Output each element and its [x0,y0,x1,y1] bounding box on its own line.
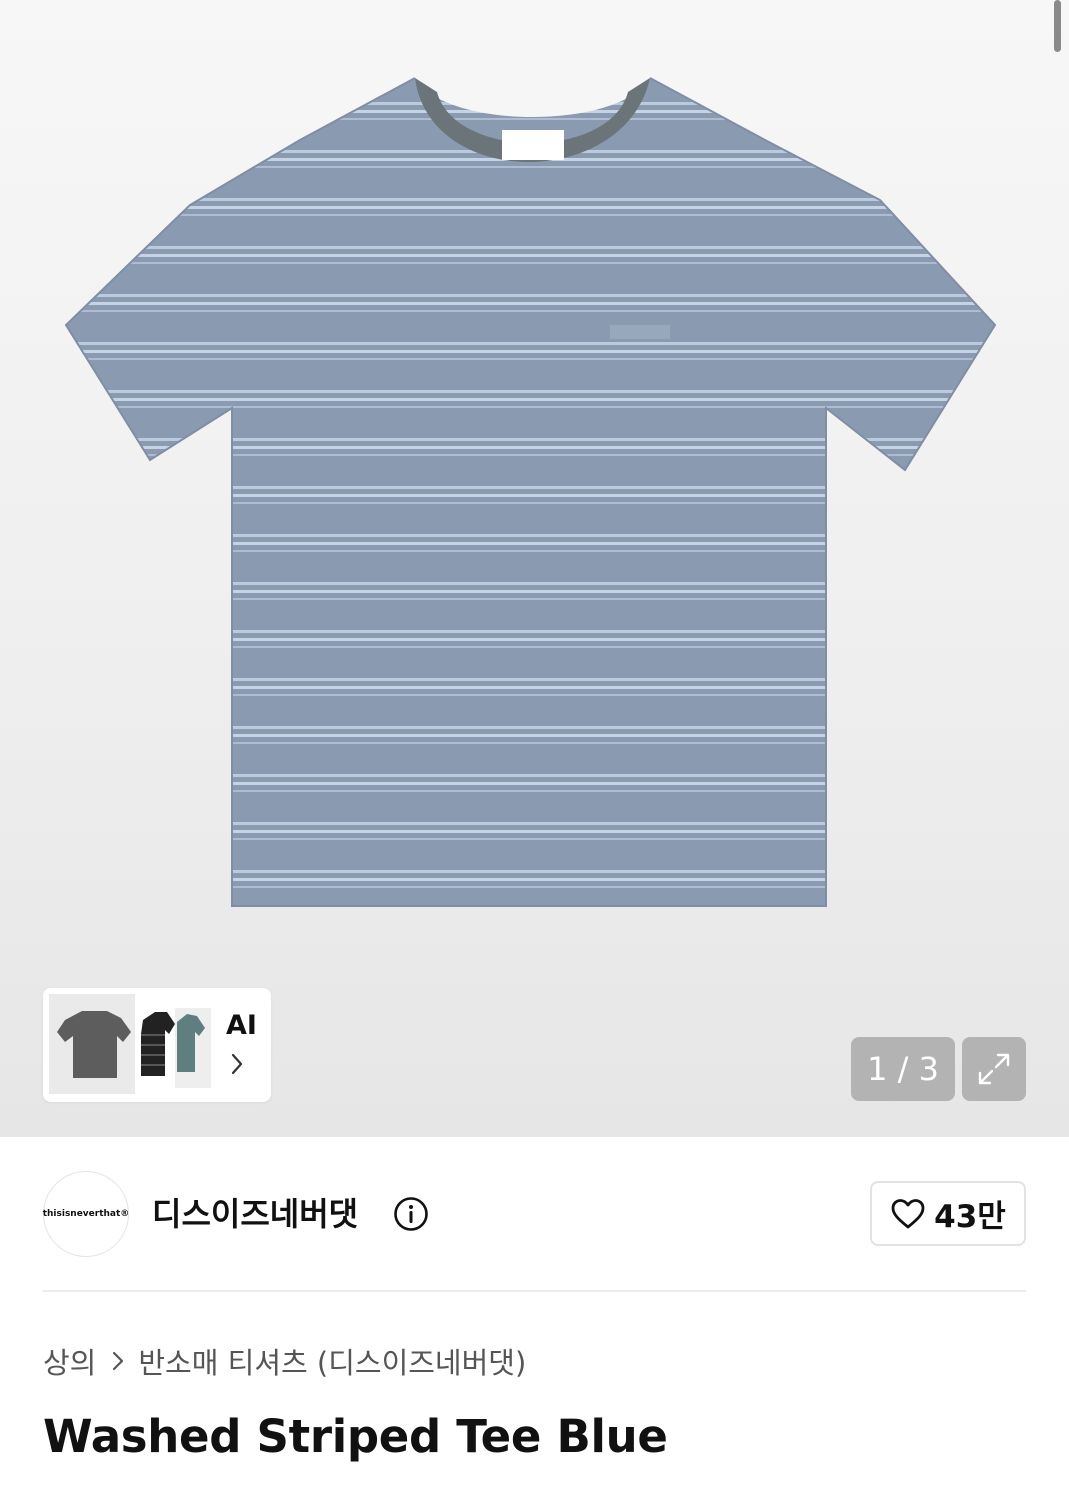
brand-logo-text: thisisneverthat® [42,1209,130,1219]
like-count: 43만 [934,1199,1006,1235]
ai-label: AI [226,1010,257,1041]
breadcrumb-category[interactable]: 상의 [43,1340,96,1382]
brand-like-button[interactable]: 43만 [870,1181,1026,1246]
product-image-gallery[interactable]: AI 1 / 3 [0,0,1069,1137]
chevron-right-icon [231,1053,243,1075]
heart-icon [891,1198,925,1228]
brand-logo[interactable]: thisisneverthat® [43,1171,129,1257]
expand-icon [978,1053,1010,1085]
image-counter: 1 / 3 [851,1037,955,1101]
brand-name[interactable]: 디스이즈네버댓 [152,1189,358,1235]
product-title: Washed Striped Tee Blue [43,1410,668,1463]
breadcrumb-subcategory[interactable]: 반소매 티셔츠 (디스이즈네버댓) [138,1340,526,1382]
info-icon[interactable] [393,1196,429,1232]
product-image[interactable] [0,0,1069,1137]
chevron-right-icon [111,1350,125,1372]
expand-button[interactable] [962,1037,1026,1101]
divider [43,1290,1026,1292]
ai-recommendation-card[interactable]: AI [43,988,271,1102]
related-products-thumbnails [49,994,211,1094]
breadcrumb: 상의 반소매 티셔츠 (디스이즈네버댓) [43,1340,526,1382]
brand-row: thisisneverthat® 디스이즈네버댓 43만 [0,1137,1069,1292]
